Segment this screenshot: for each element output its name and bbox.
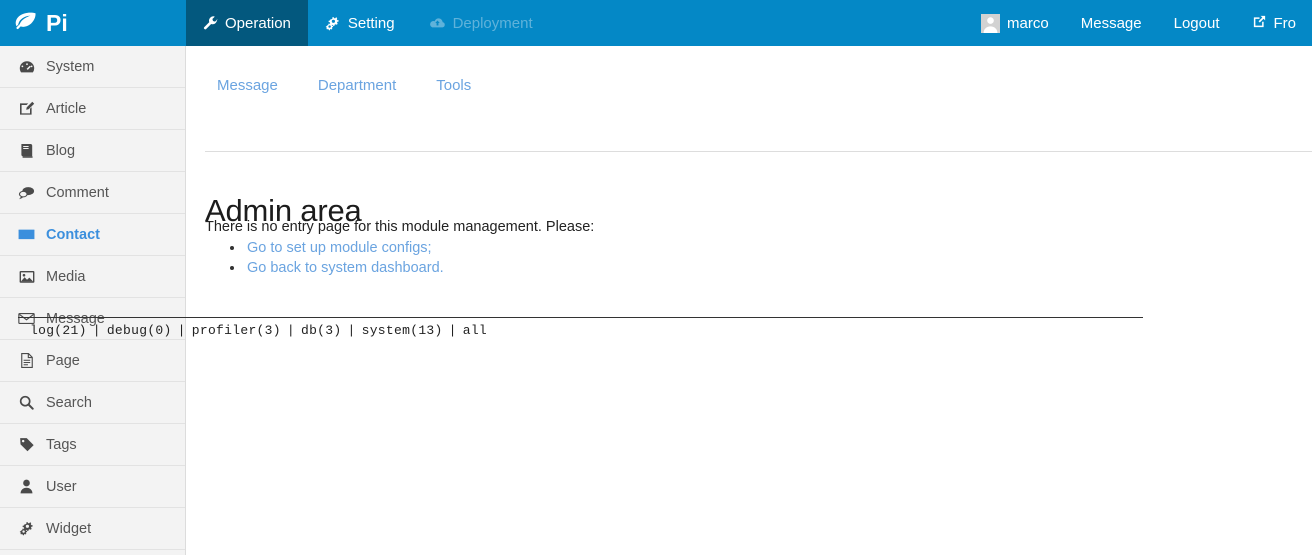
top-header-bar: Pi Operation Setting Deployment marco Me…	[0, 0, 1312, 46]
sidebar-item-blog[interactable]: Blog	[0, 130, 185, 172]
sidebar-item-media[interactable]: Media	[0, 256, 185, 298]
logout-link[interactable]: Logout	[1158, 0, 1236, 46]
tab-department[interactable]: Department	[306, 77, 414, 94]
sidebar-item-search[interactable]: Search	[0, 382, 185, 424]
sidebar-item-system-label: System	[46, 58, 95, 75]
sidebar-item-widget-label: Widget	[46, 520, 92, 537]
tab-tools-label: Tools	[436, 77, 472, 94]
sidebar-item-contact-label: Contact	[46, 226, 100, 243]
sidebar: System Article Blog Comment Contact Medi…	[0, 46, 186, 555]
sidebar-item-page-label: Page	[46, 352, 80, 369]
debug-separator: |	[92, 323, 101, 338]
nav-item-setting[interactable]: Setting	[308, 0, 412, 46]
file-text-icon	[18, 353, 35, 368]
debug-link-log[interactable]: log(21)	[30, 323, 87, 338]
tab-message[interactable]: Message	[205, 77, 296, 94]
front-site-link[interactable]: Fro	[1236, 0, 1312, 46]
external-link-icon	[1252, 14, 1267, 33]
sidebar-item-article[interactable]: Article	[0, 88, 185, 130]
book-icon	[18, 143, 35, 158]
sidebar-item-comment-label: Comment	[46, 184, 109, 201]
nav-item-operation-label: Operation	[225, 14, 291, 32]
nav-item-deployment[interactable]: Deployment	[412, 0, 550, 46]
leaf-icon	[14, 11, 38, 36]
brand-title: Pi	[46, 9, 68, 36]
sidebar-item-widget[interactable]: Widget	[0, 508, 185, 550]
user-icon	[18, 479, 35, 494]
user-message-link[interactable]: Message	[1065, 0, 1158, 46]
user-message-label: Message	[1080, 14, 1142, 32]
debug-link-profiler[interactable]: profiler(3)	[192, 323, 281, 338]
wrench-icon	[203, 15, 218, 31]
debug-separator: |	[448, 323, 457, 338]
nav-item-deployment-label: Deployment	[452, 14, 533, 32]
sidebar-item-search-label: Search	[46, 394, 92, 411]
sidebar-item-page[interactable]: Page	[0, 340, 185, 382]
user-account-menu[interactable]: marco	[965, 0, 1065, 46]
sidebar-item-tags[interactable]: Tags	[0, 424, 185, 466]
sub-navigation-divider	[205, 151, 1312, 152]
sidebar-item-blog-label: Blog	[46, 142, 76, 159]
nav-item-setting-label: Setting	[347, 14, 395, 32]
sidebar-item-media-label: Media	[46, 268, 86, 285]
link-module-configs[interactable]: Go to set up module configs;	[247, 240, 432, 256]
debug-link-db[interactable]: db(3)	[301, 323, 342, 338]
user-avatar-icon	[981, 13, 1001, 33]
tab-department-label: Department	[317, 77, 397, 94]
main-navigation: Operation Setting Deployment	[186, 0, 550, 46]
logout-label: Logout	[1173, 14, 1220, 32]
debug-separator: |	[286, 323, 295, 338]
debug-bar-divider	[18, 317, 1143, 318]
tag-icon	[18, 437, 35, 452]
list-item: Go back to system dashboard.	[245, 258, 444, 278]
debug-separator: |	[177, 323, 186, 338]
cloud-upload-icon	[429, 16, 446, 30]
debug-toolbar: log(21) | debug(0) | profiler(3) | db(3) | syste…	[30, 323, 487, 338]
brand-logo[interactable]: Pi	[0, 0, 186, 46]
search-icon	[18, 395, 35, 410]
sidebar-item-system[interactable]: System	[0, 46, 185, 88]
envelope-icon	[18, 228, 35, 241]
edit-icon	[18, 101, 35, 116]
user-account-label: marco	[1007, 14, 1049, 32]
sidebar-item-user[interactable]: User	[0, 466, 185, 508]
picture-icon	[18, 270, 35, 284]
debug-link-all[interactable]: all	[463, 323, 487, 338]
list-item: Go to set up module configs;	[245, 238, 444, 258]
nav-item-operation[interactable]: Operation	[186, 0, 308, 46]
action-link-list: Go to set up module configs; Go back to …	[205, 238, 444, 278]
sub-navigation-tabs: Message Department Tools	[187, 46, 1312, 105]
comments-icon	[18, 186, 35, 200]
main-content: Message Department Tools Admin area Ther…	[187, 46, 1312, 555]
debug-separator: |	[347, 323, 356, 338]
gears-icon	[18, 521, 35, 536]
user-navigation: marco Message Logout Fro	[965, 0, 1312, 46]
debug-link-system[interactable]: system(13)	[362, 323, 443, 338]
link-system-dashboard[interactable]: Go back to system dashboard.	[247, 260, 444, 276]
tab-tools[interactable]: Tools	[424, 77, 489, 94]
dashboard-icon	[18, 60, 35, 74]
sidebar-item-comment[interactable]: Comment	[0, 172, 185, 214]
intro-text: There is no entry page for this module m…	[205, 219, 595, 235]
gears-icon	[325, 16, 341, 31]
tab-message-label: Message	[217, 77, 278, 94]
sidebar-item-article-label: Article	[46, 100, 87, 117]
sidebar-item-contact[interactable]: Contact	[0, 214, 185, 256]
sidebar-item-tags-label: Tags	[46, 436, 77, 453]
debug-link-debug[interactable]: debug(0)	[107, 323, 172, 338]
front-site-label: Fro	[1273, 14, 1297, 32]
sidebar-item-user-label: User	[46, 478, 77, 495]
